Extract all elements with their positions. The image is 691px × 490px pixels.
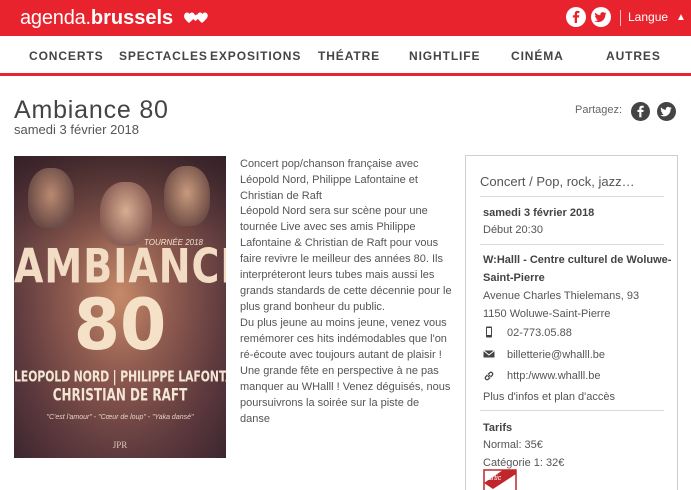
logo-text-agenda: agenda.	[20, 7, 91, 29]
nav-item-theatre[interactable]: THÉATRE	[318, 49, 380, 63]
poster-names-line1: LEOPOLD NORD | PHILIPPE LAFONTAINE	[14, 367, 226, 386]
poster-title-number: 80	[73, 284, 167, 366]
svg-text:artic: artic	[488, 475, 502, 482]
poster-face-center	[100, 182, 152, 246]
event-info-panel: Concert / Pop, rock, jazz… samedi 3 févr…	[465, 155, 678, 490]
venue-name-line1[interactable]: W:Halll - Centre culturel de Woluwe-	[483, 253, 671, 267]
link-icon	[484, 371, 494, 381]
poster-face-right	[164, 166, 210, 226]
venue-address-line2: 1150 Woluwe-Saint-Pierre	[483, 308, 611, 320]
description-paragraph-1: Concert pop/chanson française avec Léopo…	[240, 158, 419, 202]
nav-item-cinema[interactable]: CINÉMA	[511, 49, 564, 63]
more-info-link[interactable]: Plus d'infos et plan d'accès	[483, 390, 615, 404]
share-label: Partagez:	[575, 104, 623, 116]
info-start-time: Début 20:30	[483, 224, 543, 236]
divider	[480, 410, 664, 411]
poster-credit: JPR	[112, 440, 128, 450]
share-facebook-icon[interactable]	[631, 102, 650, 121]
description-paragraph-3: Du plus jeune au moins jeune, venez vous…	[240, 317, 451, 425]
nav-item-spectacles[interactable]: SPECTACLES	[119, 49, 208, 63]
venue-address-line1: Avenue Charles Thielemans, 93	[483, 290, 640, 302]
share-twitter-icon[interactable]	[657, 102, 676, 121]
page-title: Ambiance 80	[14, 96, 169, 124]
venue-name-line2[interactable]: Saint-Pierre	[483, 271, 545, 285]
divider	[480, 244, 664, 245]
divider	[480, 196, 664, 197]
main-nav: CONCERTS SPECTACLES EXPOSITIONS THÉATRE …	[0, 36, 691, 76]
nav-item-concerts[interactable]: CONCERTS	[29, 49, 104, 63]
tarif-normal: Normal: 35€	[483, 439, 543, 451]
article-27-logo: artic 27	[483, 469, 517, 490]
info-date: samedi 3 février 2018	[483, 207, 595, 219]
tarif-category-1: Catégorie 1: 32€	[483, 457, 565, 469]
event-category: Concert / Pop, rock, jazz…	[480, 174, 635, 189]
venue-email[interactable]: billetterie@whalll.be	[507, 349, 605, 361]
event-date: samedi 3 février 2018	[14, 122, 140, 137]
nav-item-nightlife[interactable]: NIGHTLIFE	[409, 49, 480, 63]
hearts-logo-icon	[183, 12, 208, 23]
venue-phone[interactable]: 02-773.05.88	[507, 327, 572, 339]
twitter-icon[interactable]	[591, 7, 611, 27]
poster-names-line2: CHRISTIAN DE RAFT	[52, 385, 188, 405]
language-label: Langue	[628, 10, 669, 24]
event-poster[interactable]: TOURNÉE 2018 AMBIANCE 80 LEOPOLD NORD | …	[14, 156, 226, 458]
logo-text-brussels: brussels	[90, 7, 174, 29]
nav-item-expositions[interactable]: EXPOSITIONS	[210, 49, 301, 63]
top-bar: agenda.brussels Langue ▲	[0, 0, 691, 36]
facebook-icon[interactable]	[566, 7, 586, 27]
nav-item-autres[interactable]: AUTRES	[606, 49, 661, 63]
poster-songs: "C'est l'amour" - "Cœur de loup" - "Yaka…	[46, 414, 194, 421]
poster-face-left	[28, 168, 74, 228]
phone-icon	[486, 326, 492, 338]
venue-website[interactable]: http:/www.whalll.be	[507, 370, 601, 382]
envelope-icon	[483, 350, 495, 358]
chevron-up-icon: ▲	[676, 12, 686, 23]
site-logo[interactable]: agenda.brussels	[20, 7, 209, 29]
description-paragraph-2: Léopold Nord sera sur scène pour une tou…	[240, 205, 452, 313]
language-selector[interactable]: Langue ▲	[620, 10, 686, 26]
tarifs-title: Tarifs	[483, 422, 513, 434]
